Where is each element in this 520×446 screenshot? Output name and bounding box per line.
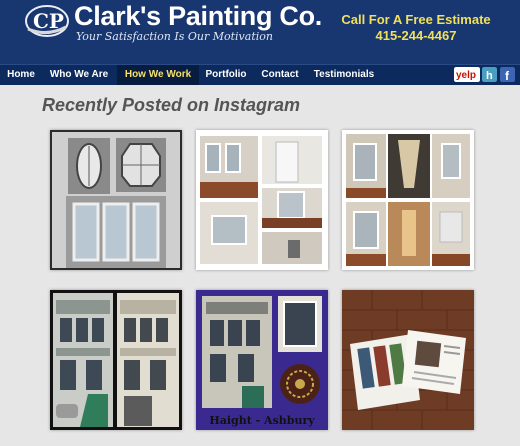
nav-who-we-are[interactable]: Who We Are	[47, 65, 111, 85]
victorian-before-after-photo	[50, 290, 182, 430]
logo-icon[interactable]: CP	[24, 3, 70, 39]
instagram-post-brochure-on-brick[interactable]	[342, 290, 474, 430]
free-estimate-cta: Call For A Free Estimate 415-244-4467	[338, 12, 494, 44]
instagram-post-haight-ashbury[interactable]: Haight - Ashbury	[196, 290, 328, 430]
logo-letters: CP	[33, 9, 64, 33]
interior-rooms-photo	[196, 130, 328, 270]
haight-ashbury-caption: Haight - Ashbury	[209, 414, 315, 427]
main-nav: Home Who We Are How We Work Portfolio Co…	[0, 64, 520, 85]
yelp-icon[interactable]: yelp	[454, 67, 480, 82]
haight-ashbury-photo: Haight - Ashbury	[196, 290, 328, 430]
nav-testimonials[interactable]: Testimonials	[312, 65, 376, 85]
nav-contact[interactable]: Contact	[258, 65, 302, 85]
hallway-rooms-photo	[342, 130, 474, 270]
yelp-icon-text: yelp	[456, 70, 476, 81]
site-header: CP Clark's Painting Co. Your Satisfactio…	[0, 0, 520, 64]
window-details-photo	[50, 130, 182, 270]
facebook-icon[interactable]: f	[500, 67, 515, 82]
brochure-on-brick-photo	[342, 290, 474, 430]
nav-home[interactable]: Home	[4, 65, 38, 85]
instagram-post-victorian-before-after[interactable]	[50, 290, 182, 430]
houzz-icon[interactable]: h	[482, 67, 497, 82]
nav-portfolio[interactable]: Portfolio	[205, 65, 247, 85]
phone-number[interactable]: 415-244-4467	[338, 28, 494, 44]
nav-how-we-work[interactable]: How We Work	[117, 65, 199, 85]
section-title: Recently Posted on Instagram	[42, 95, 301, 115]
tagline: Your Satisfaction Is Our Motivation	[76, 30, 273, 43]
instagram-post-hallway-rooms[interactable]	[342, 130, 474, 270]
brand-name[interactable]: Clark's Painting Co.	[74, 1, 322, 32]
houzz-icon-text: h	[486, 70, 493, 82]
instagram-post-interior-rooms[interactable]	[196, 130, 328, 270]
cta-text: Call For A Free Estimate	[341, 12, 491, 27]
instagram-post-window-details[interactable]	[50, 130, 182, 270]
